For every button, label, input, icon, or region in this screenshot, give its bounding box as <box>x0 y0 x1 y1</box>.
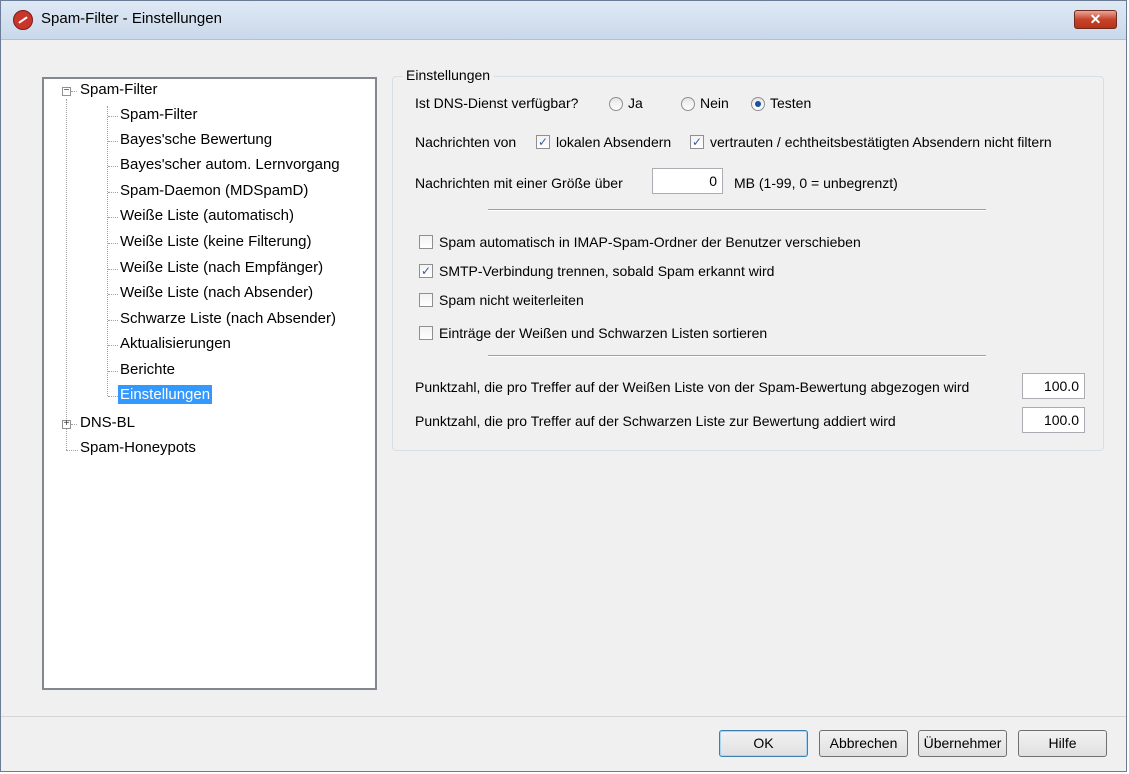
smtp-disconnect-label[interactable]: SMTP-Verbindung trennen, sobald Spam erk… <box>439 263 774 279</box>
separator <box>488 355 986 357</box>
dns-radio-nein[interactable] <box>681 97 695 111</box>
tree-connector <box>108 371 118 372</box>
cancel-button[interactable]: Abbrechen <box>819 730 908 757</box>
tree-item-spam-honeypots[interactable]: Spam-Honeypots <box>78 439 198 456</box>
tree-item[interactable]: Schwarze Liste (nach Absender) <box>118 310 338 327</box>
tree-item[interactable]: Spam-Filter <box>118 106 200 123</box>
separator <box>488 209 986 211</box>
tree-connector <box>108 243 118 244</box>
tree-connector <box>108 217 118 218</box>
tree-item[interactable]: Bayes'scher autom. Lernvorgang <box>118 156 342 173</box>
title-bar[interactable]: Spam-Filter - Einstellungen ✕ <box>1 1 1126 40</box>
window-title: Spam-Filter - Einstellungen <box>41 10 222 27</box>
tree-connector <box>107 106 108 396</box>
size-label: Nachrichten mit einer Größe über <box>415 175 623 191</box>
local-senders-checkbox[interactable]: ✓ <box>536 135 550 149</box>
blacklist-points-input[interactable]: 100.0 <box>1022 407 1085 433</box>
close-button[interactable]: ✕ <box>1074 10 1117 29</box>
tree-connector <box>108 141 118 142</box>
tree-connector <box>71 424 77 425</box>
spam-filter-icon <box>13 10 33 30</box>
size-input[interactable]: 0 <box>652 168 723 194</box>
dns-option-ja-label[interactable]: Ja <box>628 95 643 111</box>
size-unit-label: MB (1-99, 0 = unbegrenzt) <box>734 175 898 191</box>
tree-connector <box>108 396 118 397</box>
sort-lists-checkbox[interactable] <box>419 326 433 340</box>
tree-item[interactable]: Weiße Liste (nach Empfänger) <box>118 259 325 276</box>
dns-option-testen-label[interactable]: Testen <box>770 95 811 111</box>
tree-item-selected[interactable]: Einstellungen <box>118 385 213 404</box>
tree-item-dns-bl[interactable]: DNS-BL <box>78 414 137 431</box>
dialog-window: Spam-Filter - Einstellungen ✕ − Spam-Fil… <box>0 0 1127 772</box>
dns-option-nein-label[interactable]: Nein <box>700 95 729 111</box>
tree-connector <box>108 345 118 346</box>
help-button[interactable]: Hilfe <box>1018 730 1107 757</box>
tree-item-spam-filter-root[interactable]: Spam-Filter <box>78 81 160 98</box>
blacklist-points-label: Punktzahl, die pro Treffer auf der Schwa… <box>415 413 896 429</box>
trusted-senders-checkbox[interactable]: ✓ <box>690 135 704 149</box>
tree-item[interactable]: Weiße Liste (keine Filterung) <box>118 233 313 250</box>
whitelist-points-label: Punktzahl, die pro Treffer auf der Weiße… <box>415 379 970 395</box>
no-forward-label[interactable]: Spam nicht weiterleiten <box>439 292 584 308</box>
tree-item[interactable]: Spam-Daemon (MDSpamD) <box>118 182 310 199</box>
no-forward-checkbox[interactable] <box>419 293 433 307</box>
ok-button[interactable]: OK <box>719 730 808 757</box>
tree-connector <box>108 269 118 270</box>
imap-spam-folder-label[interactable]: Spam automatisch in IMAP-Spam-Ordner der… <box>439 234 861 250</box>
tree-connector <box>108 320 118 321</box>
trusted-senders-label[interactable]: vertrauten / echtheitsbestätigten Absend… <box>710 134 1052 150</box>
tree-connector <box>108 192 118 193</box>
tree-connector <box>71 91 77 92</box>
tree-connector <box>108 116 118 117</box>
tree-connector <box>66 99 67 419</box>
tree-item[interactable]: Weiße Liste (nach Absender) <box>118 284 315 301</box>
tree-item[interactable]: Berichte <box>118 361 177 378</box>
sort-lists-label[interactable]: Einträge der Weißen und Schwarzen Listen… <box>439 325 767 341</box>
collapse-icon[interactable]: − <box>62 86 71 96</box>
footer-divider <box>1 716 1126 717</box>
dns-radio-testen[interactable] <box>751 97 765 111</box>
tree-connector <box>108 294 118 295</box>
tree-item[interactable]: Bayes'sche Bewertung <box>118 131 274 148</box>
group-title: Einstellungen <box>402 67 495 83</box>
tree-connector <box>66 450 78 451</box>
dns-radio-ja[interactable] <box>609 97 623 111</box>
expand-icon[interactable]: + <box>62 419 71 429</box>
tree-item[interactable]: Weiße Liste (automatisch) <box>118 207 296 224</box>
tree-item[interactable]: Aktualisierungen <box>118 335 233 352</box>
msg-from-label: Nachrichten von <box>415 134 517 150</box>
apply-button[interactable]: Übernehmer <box>918 730 1007 757</box>
dns-label: Ist DNS-Dienst verfügbar? <box>415 95 579 111</box>
whitelist-points-input[interactable]: 100.0 <box>1022 373 1085 399</box>
navigation-tree[interactable]: − Spam-Filter Spam-Filter Bayes'sche Bew… <box>42 77 377 690</box>
smtp-disconnect-checkbox[interactable]: ✓ <box>419 264 433 278</box>
local-senders-label[interactable]: lokalen Absendern <box>556 134 671 150</box>
imap-spam-folder-checkbox[interactable] <box>419 235 433 249</box>
tree-connector <box>108 166 118 167</box>
